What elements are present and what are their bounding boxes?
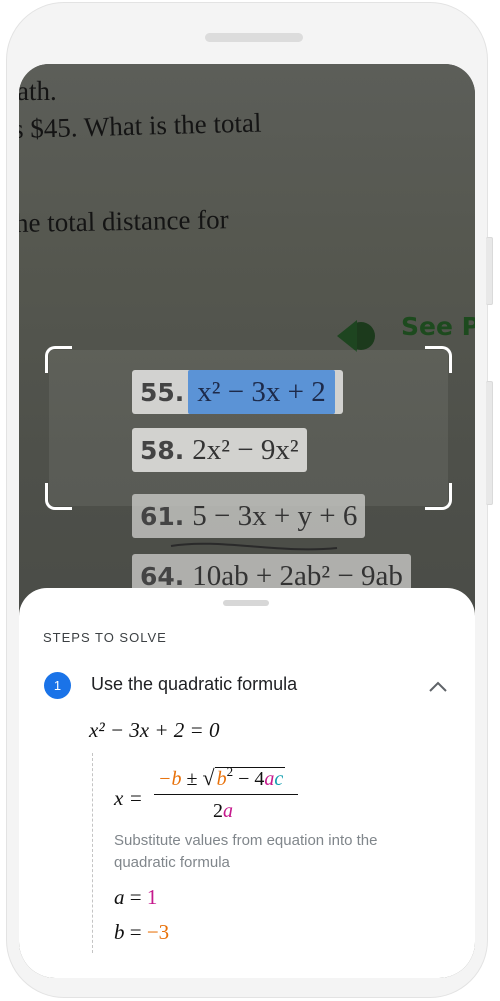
problem-chip-61[interactable]: 61. 5 − 3x + y + 6 [132, 494, 366, 538]
scan-corner-tl [45, 346, 72, 373]
steps-bottom-sheet[interactable]: STEPS TO SOLVE 1 Use the quadratic formu… [19, 588, 475, 978]
book-line-1: ath. [19, 76, 57, 106]
book-line-2: s $45. What is the total [19, 107, 262, 144]
step-title[interactable]: Use the quadratic formula [91, 674, 297, 695]
problem-expression: 2x² − 9x² [192, 433, 299, 466]
problem-expression-selected: x² − 3x + 2 [188, 370, 335, 414]
phone-speaker [205, 33, 303, 42]
step-number-badge: 1 [44, 672, 71, 699]
quadratic-formula: x = −b ± √ b2 − 4ac 2a [114, 760, 334, 840]
problem-number: 61. [140, 501, 185, 531]
formula-radicand: b2 − 4ac [214, 764, 286, 790]
phone-screen: ath. s $45. What is the total he total d… [19, 64, 475, 978]
substitution-b: b = −3 [114, 920, 169, 945]
bleed-text [59, 164, 65, 190]
scan-corner-tr [425, 346, 452, 373]
step-equation: x² − 3x + 2 = 0 [89, 718, 220, 742]
var-b: b [114, 920, 125, 944]
formula-pm: ± [186, 768, 198, 790]
chevron-up-icon[interactable] [427, 680, 449, 694]
value-b: −3 [146, 920, 170, 944]
formula-numerator: −b ± √ b2 − 4ac [158, 764, 286, 791]
substitution-a: a = 1 [114, 885, 157, 910]
equals-sign: = [129, 885, 142, 909]
problem-chip-55[interactable]: 55. x² − 3x + 2 [132, 370, 343, 414]
problem-chip-58[interactable]: 58. 2x² − 9x² [132, 428, 307, 472]
problem-number: 55. [140, 377, 185, 407]
see-label: See P [401, 312, 475, 341]
var-a: a [114, 885, 125, 909]
book-line-3: he total distance for [19, 204, 229, 238]
formula-lhs: x = [114, 786, 143, 810]
formula-denominator: 2a [213, 800, 233, 822]
steps-heading: STEPS TO SOLVE [43, 630, 167, 645]
step-description: Substitute values from equation into the… [114, 832, 378, 871]
scan-corner-br [425, 483, 452, 510]
sheet-drag-handle[interactable] [223, 600, 269, 606]
formula-neg-b: −b [158, 768, 182, 790]
problem-number: 58. [140, 435, 185, 465]
power-button [486, 381, 493, 505]
fraction-bar [154, 794, 298, 795]
step-rail [92, 753, 93, 953]
camera-viewfinder[interactable]: ath. s $45. What is the total he total d… [19, 64, 475, 624]
value-a: 1 [146, 885, 158, 909]
problem-number: 64. [140, 561, 185, 591]
scan-corner-bl [45, 483, 72, 510]
problem-expression: 5 − 3x + y + 6 [192, 499, 358, 532]
sqrt-icon: √ [202, 765, 215, 790]
volume-button [486, 237, 493, 305]
pencil-mark [170, 542, 338, 551]
equals-sign: = [129, 920, 142, 944]
